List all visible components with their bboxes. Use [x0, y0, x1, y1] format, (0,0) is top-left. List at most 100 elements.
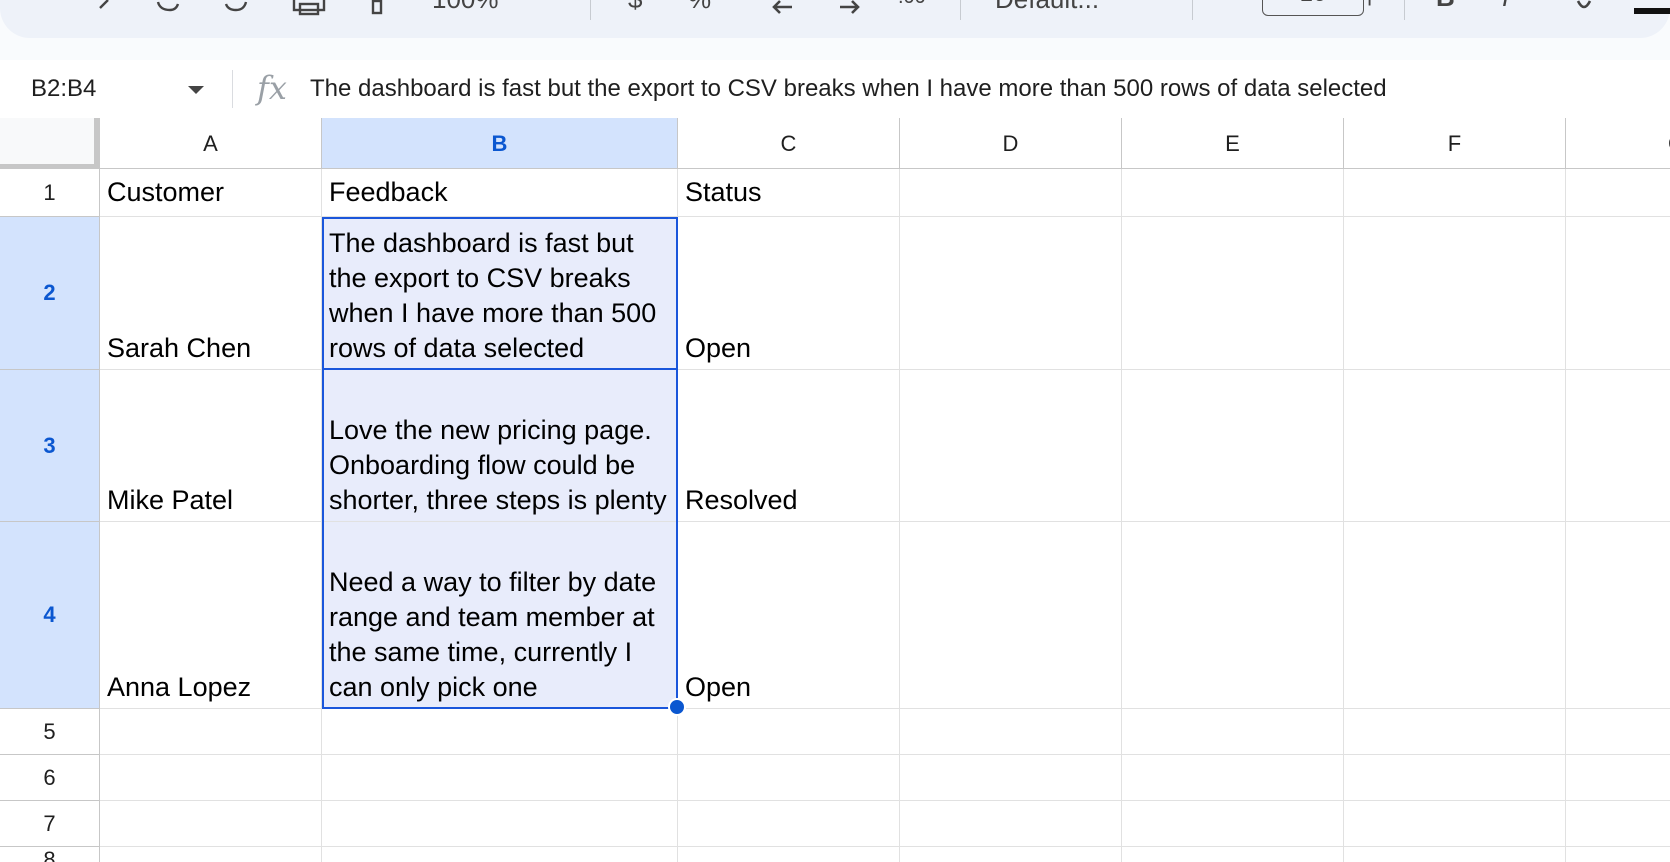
row-header-4[interactable]: 4	[0, 522, 100, 709]
increase-font-size-button[interactable]: +	[1362, 0, 1377, 14]
cell-c4[interactable]: Open	[678, 522, 900, 709]
cell-e7[interactable]	[1122, 801, 1344, 847]
cell-c3[interactable]: Resolved	[678, 370, 900, 522]
redo-icon[interactable]	[224, 0, 248, 18]
cell-g2[interactable]	[1566, 217, 1670, 370]
cell-b8[interactable]	[322, 847, 678, 862]
formula-input[interactable]: The dashboard is fast but the export to …	[310, 70, 1387, 108]
formula-bar: B2:B4 fx The dashboard is fast but the e…	[0, 60, 1670, 119]
cell-e8[interactable]	[1122, 847, 1344, 862]
row-header-5[interactable]: 5	[0, 709, 100, 755]
cell-d4[interactable]	[900, 522, 1122, 709]
font-select[interactable]: Default...	[995, 0, 1099, 14]
fx-icon: fx	[257, 69, 287, 107]
cell-b6[interactable]	[322, 755, 678, 801]
print-icon[interactable]	[292, 0, 326, 18]
cell-a2[interactable]: Sarah Chen	[100, 217, 322, 370]
cell-a5[interactable]	[100, 709, 322, 755]
strikethrough-icon[interactable]	[1574, 0, 1594, 18]
cell-g6[interactable]	[1566, 755, 1670, 801]
cell-e3[interactable]	[1122, 370, 1344, 522]
cell-c6[interactable]	[678, 755, 900, 801]
cell-c7[interactable]	[678, 801, 900, 847]
undo-icon[interactable]	[156, 0, 180, 18]
cell-d7[interactable]	[900, 801, 1122, 847]
cell-a8[interactable]	[100, 847, 322, 862]
column-header-a[interactable]: A	[100, 118, 322, 169]
name-box[interactable]: B2:B4	[31, 70, 96, 108]
cell-f8[interactable]	[1344, 847, 1566, 862]
cell-g8[interactable]	[1566, 847, 1670, 862]
cell-f1[interactable]	[1344, 169, 1566, 217]
cell-b5[interactable]	[322, 709, 678, 755]
formula-bar-divider	[232, 70, 233, 108]
decrease-decimal-icon[interactable]	[770, 0, 794, 18]
paint-format-icon[interactable]	[370, 0, 384, 18]
cell-b7[interactable]	[322, 801, 678, 847]
row-header-3[interactable]: 3	[0, 370, 100, 522]
column-header-e[interactable]: E	[1122, 118, 1344, 169]
percent-format-button[interactable]: %	[688, 0, 711, 14]
more-formats-button[interactable]: .00	[898, 0, 926, 8]
cell-a1[interactable]: Customer	[100, 169, 322, 217]
increase-decimal-icon[interactable]	[838, 0, 862, 18]
column-header-b[interactable]: B	[322, 118, 678, 169]
cell-d1[interactable]	[900, 169, 1122, 217]
cell-g4[interactable]	[1566, 522, 1670, 709]
row-header-6[interactable]: 6	[0, 755, 100, 801]
search-menus-icon[interactable]	[94, 0, 114, 18]
cell-c8[interactable]	[678, 847, 900, 862]
row-header-8[interactable]: 8	[0, 847, 100, 862]
cell-f3[interactable]	[1344, 370, 1566, 522]
toolbar: 100% $ % .00 Default... 10 + B I	[0, 0, 1670, 38]
bold-button[interactable]: B	[1436, 0, 1455, 12]
row-header-1[interactable]: 1	[0, 169, 100, 217]
column-header-d[interactable]: D	[900, 118, 1122, 169]
cell-d6[interactable]	[900, 755, 1122, 801]
cell-c1[interactable]: Status	[678, 169, 900, 217]
text-color-icon[interactable]	[1634, 8, 1670, 14]
cell-e6[interactable]	[1122, 755, 1344, 801]
cell-f4[interactable]	[1344, 522, 1566, 709]
zoom-select[interactable]: 100%	[432, 0, 499, 14]
cell-c5[interactable]	[678, 709, 900, 755]
column-header-g[interactable]: G	[1566, 118, 1670, 169]
cell-b3[interactable]: Love the new pricing page. Onboarding fl…	[322, 370, 678, 522]
currency-format-button[interactable]: $	[628, 0, 642, 14]
cell-g7[interactable]	[1566, 801, 1670, 847]
cell-d5[interactable]	[900, 709, 1122, 755]
cell-f6[interactable]	[1344, 755, 1566, 801]
cell-b1[interactable]: Feedback	[322, 169, 678, 217]
fill-handle[interactable]	[668, 698, 686, 716]
cell-a4[interactable]: Anna Lopez	[100, 522, 322, 709]
cell-f5[interactable]	[1344, 709, 1566, 755]
cell-f7[interactable]	[1344, 801, 1566, 847]
toolbar-divider	[590, 0, 591, 20]
chevron-down-icon[interactable]	[187, 82, 205, 100]
row-header-7[interactable]: 7	[0, 801, 100, 847]
cell-g1[interactable]	[1566, 169, 1670, 217]
cell-d2[interactable]	[900, 217, 1122, 370]
cell-d3[interactable]	[900, 370, 1122, 522]
row-header-2[interactable]: 2	[0, 217, 100, 370]
cell-g5[interactable]	[1566, 709, 1670, 755]
cell-a3[interactable]: Mike Patel	[100, 370, 322, 522]
italic-button[interactable]: I	[1502, 0, 1509, 12]
cell-e5[interactable]	[1122, 709, 1344, 755]
cell-e2[interactable]	[1122, 217, 1344, 370]
cell-b2[interactable]: The dashboard is fast but the export to …	[322, 217, 678, 370]
column-header-c[interactable]: C	[678, 118, 900, 169]
toolbar-divider	[1404, 0, 1405, 20]
cell-a7[interactable]	[100, 801, 322, 847]
cell-a6[interactable]	[100, 755, 322, 801]
cell-f2[interactable]	[1344, 217, 1566, 370]
cell-b4[interactable]: Need a way to filter by date range and t…	[322, 522, 678, 709]
column-header-f[interactable]: F	[1344, 118, 1566, 169]
cell-g3[interactable]	[1566, 370, 1670, 522]
cell-e1[interactable]	[1122, 169, 1344, 217]
select-all-corner[interactable]	[0, 118, 100, 169]
font-size-input[interactable]: 10	[1262, 0, 1364, 16]
cell-c2[interactable]: Open	[678, 217, 900, 370]
cell-d8[interactable]	[900, 847, 1122, 862]
cell-e4[interactable]	[1122, 522, 1344, 709]
